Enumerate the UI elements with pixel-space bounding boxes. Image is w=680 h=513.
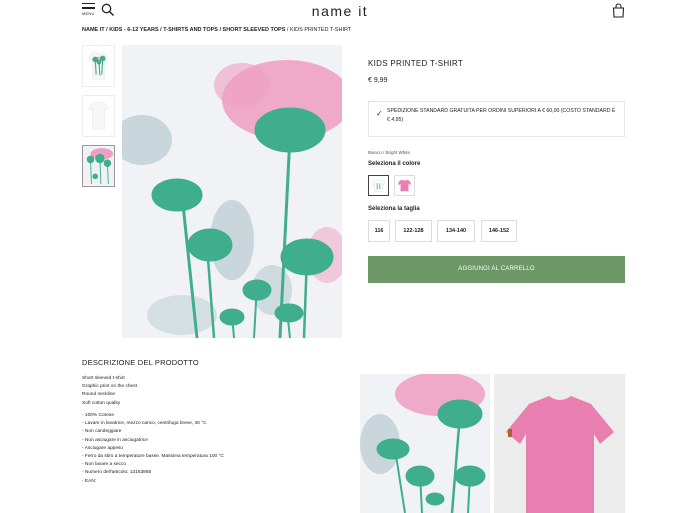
detail-line: - EAN: [82, 478, 97, 484]
product-title: KIDS PRINTED T-SHIRT [368, 59, 464, 68]
thumbnail-front[interactable] [82, 45, 115, 87]
detail-line: - Non asciugare in asciugatrice [82, 437, 148, 443]
add-to-cart-button[interactable]: AGGIUNGI AL CARRELLO [368, 256, 625, 283]
breadcrumb-item[interactable]: SHORT SLEEVED TOPS [223, 27, 286, 33]
product-page: MENU name it NAME IT / KIDS - 6-12 YEARS… [0, 0, 680, 513]
thumbnail-detail[interactable] [82, 145, 115, 187]
product-main-image[interactable] [122, 45, 342, 338]
shipping-notice: ✓ SPEDIZIONE STANDARD GRATUITA PER ORDIN… [368, 101, 625, 137]
product-back-image[interactable] [494, 374, 625, 513]
brand-logo[interactable]: name it [0, 3, 680, 19]
breadcrumb: NAME IT / KIDS - 6-12 YEARS / T-SHIRTS A… [82, 27, 351, 33]
size-option-122-128[interactable]: 122-128 [395, 220, 432, 242]
detail-line: - Lavare in lavatrice, mezzo carico, cen… [82, 421, 207, 427]
check-icon: ✓ [376, 109, 383, 118]
shopping-bag-icon[interactable] [611, 3, 626, 18]
select-color-label: Seleziona il colore [368, 161, 421, 167]
detail-line: - Non candeggiare [82, 429, 122, 435]
size-option-116[interactable]: 116 [368, 220, 390, 242]
summary-line: Round neckline [82, 392, 116, 398]
breadcrumb-item[interactable]: T-SHIRTS AND TOPS [163, 27, 218, 33]
detail-line: - Asciugare appeso [82, 445, 124, 451]
product-price: € 9,99 [368, 77, 388, 84]
description-title: DESCRIZIONE DEL PRODOTTO [82, 358, 199, 367]
breadcrumb-item[interactable]: KIDS - 6-12 YEARS [109, 27, 158, 33]
size-option-134-140[interactable]: 134-140 [437, 220, 475, 242]
color-swatch-pink[interactable] [394, 175, 415, 196]
product-print-image[interactable] [360, 374, 490, 513]
breadcrumb-current: KIDS PRINTED T-SHIRT [289, 27, 352, 33]
detail-line: - Numero dell'articolo: 13163865 [82, 470, 152, 476]
detail-line: - 100% Cotone [82, 413, 114, 418]
select-size-label: Seleziona la taglia [368, 206, 420, 212]
color-swatch-white[interactable] [368, 175, 389, 196]
shipping-text: SPEDIZIONE STANDARD GRATUITA PER ORDINI … [387, 108, 616, 123]
selected-color-name: Bianco / Bright White [368, 150, 411, 155]
thumbnail-back[interactable] [82, 95, 115, 137]
summary-line: Soft cotton quality [82, 400, 121, 406]
detail-line: - Ferro da stiro a temperature basse. Ma… [82, 454, 224, 460]
summary-line: Short sleeved t-shirt [82, 376, 125, 381]
detail-line: - Non lavare a secco [82, 462, 126, 468]
summary-line: Graphic print on the chest [82, 384, 137, 390]
description-summary: Short sleeved t-shirt Graphic print on t… [82, 375, 137, 408]
size-option-146-152[interactable]: 146-152 [481, 220, 517, 242]
breadcrumb-item[interactable]: NAME IT [82, 27, 105, 33]
description-details: - 100% Cotone - Lavare in lavatrice, mez… [82, 412, 224, 486]
